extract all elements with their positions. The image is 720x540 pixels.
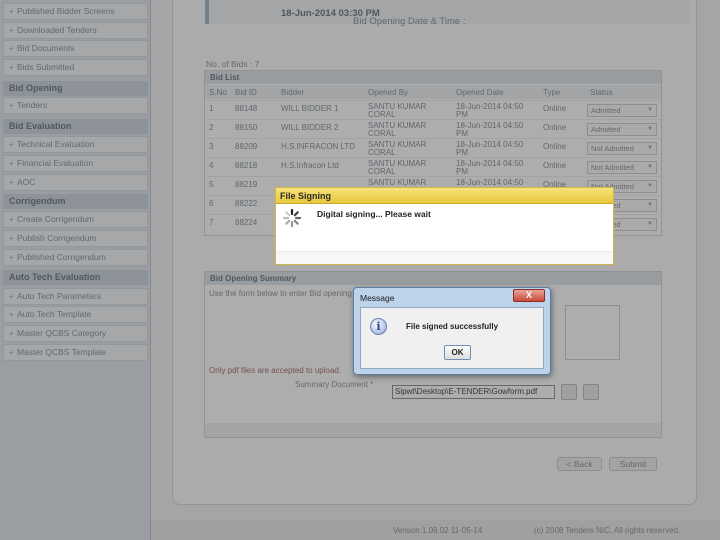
file-signing-footer (276, 251, 613, 264)
ok-button[interactable]: OK (444, 345, 471, 360)
message-dialog: Message X i File signed successfully OK (353, 287, 551, 375)
loading-spinner-icon (282, 208, 302, 228)
file-signing-body: Digital signing... Please wait (276, 205, 613, 252)
info-icon: i (370, 318, 387, 335)
message-dialog-body: i File signed successfully OK (360, 307, 544, 369)
message-dialog-title: Message (360, 293, 395, 303)
file-signing-dialog: File Signing Digital signing... Please w… (275, 187, 614, 265)
file-signing-message: Digital signing... Please wait (317, 209, 431, 219)
modal-overlay (0, 0, 720, 540)
close-icon: X (525, 290, 532, 300)
close-button[interactable]: X (513, 289, 545, 302)
message-dialog-text: File signed successfully (406, 322, 499, 331)
file-signing-title: File Signing (276, 188, 613, 204)
